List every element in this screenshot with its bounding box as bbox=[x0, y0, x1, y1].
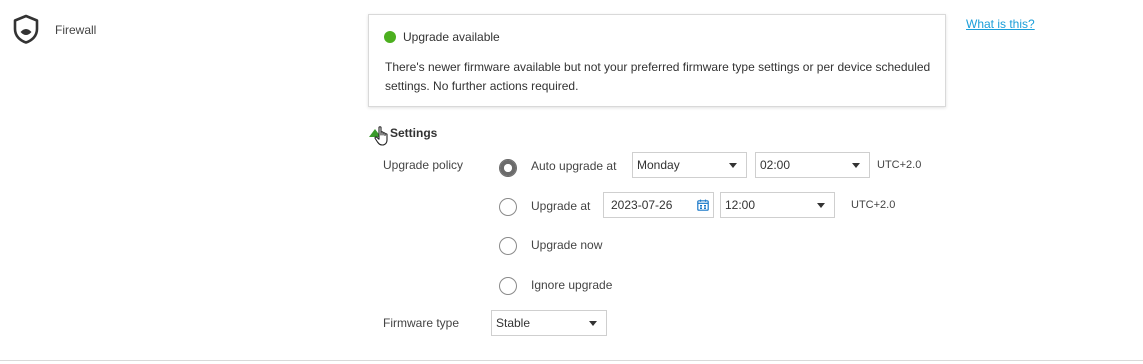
divider bbox=[0, 360, 1143, 361]
auto-upgrade-day-select[interactable]: Monday bbox=[632, 152, 747, 178]
upgrade-at-time-value: 12:00 bbox=[725, 198, 756, 212]
firmware-type-value: Stable bbox=[496, 316, 531, 330]
upgrade-now-label: Upgrade now bbox=[531, 238, 603, 252]
chevron-down-icon bbox=[852, 163, 860, 168]
auto-upgrade-time-value: 02:00 bbox=[760, 158, 791, 172]
ignore-upgrade-radio[interactable] bbox=[499, 277, 517, 295]
calendar-icon[interactable] bbox=[697, 199, 709, 211]
hand-cursor-icon bbox=[374, 126, 388, 146]
status-title: Upgrade available bbox=[403, 30, 500, 44]
auto-upgrade-timezone: UTC+2.0 bbox=[877, 159, 922, 171]
upgrade-date-input[interactable]: 2023-07-26 bbox=[603, 192, 714, 218]
upgrade-at-label: Upgrade at bbox=[531, 199, 591, 213]
upgrade-date-value: 2023-07-26 bbox=[611, 198, 673, 212]
status-dot-icon bbox=[384, 31, 396, 43]
upgrade-status-panel: Upgrade available There's newer firmware… bbox=[368, 14, 946, 107]
upgrade-at-time-select[interactable]: 12:00 bbox=[720, 192, 835, 218]
what-is-this-link[interactable]: What is this? bbox=[966, 17, 1035, 31]
upgrade-at-timezone: UTC+2.0 bbox=[851, 199, 896, 211]
auto-upgrade-radio[interactable] bbox=[499, 159, 517, 177]
upgrade-at-radio[interactable] bbox=[499, 198, 517, 216]
settings-title: Settings bbox=[390, 126, 438, 140]
chevron-down-icon bbox=[817, 203, 825, 208]
status-message: There's newer firmware available but not… bbox=[385, 60, 931, 93]
firmware-type-label: Firmware type bbox=[383, 316, 460, 330]
auto-upgrade-day-value: Monday bbox=[637, 158, 680, 172]
shield-icon bbox=[13, 14, 39, 44]
device-name: Firewall bbox=[55, 23, 97, 37]
auto-upgrade-label: Auto upgrade at bbox=[531, 159, 617, 173]
chevron-down-icon bbox=[729, 163, 737, 168]
upgrade-policy-label: Upgrade policy bbox=[383, 158, 464, 172]
auto-upgrade-time-select[interactable]: 02:00 bbox=[755, 152, 870, 178]
chevron-down-icon bbox=[589, 321, 597, 326]
upgrade-now-radio[interactable] bbox=[499, 237, 517, 255]
ignore-upgrade-label: Ignore upgrade bbox=[531, 278, 613, 292]
firmware-type-select[interactable]: Stable bbox=[491, 310, 607, 336]
